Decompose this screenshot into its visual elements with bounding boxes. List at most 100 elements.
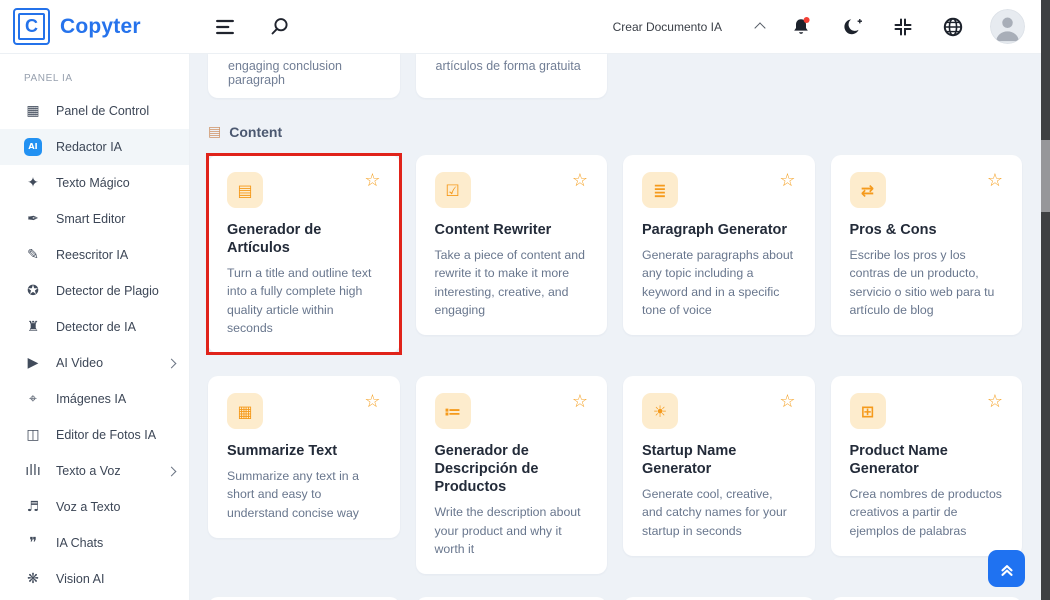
tool-card-description: Write the description about your product… [435, 503, 589, 558]
sidebar-item-panel-de-control[interactable]: ▦ Panel de Control [0, 93, 189, 129]
sidebar-item-label: Texto Mágico [56, 176, 130, 190]
sidebar-item-vision-ai[interactable]: ❋ Vision AI [0, 561, 189, 597]
vision-network-icon: ❋ [24, 570, 42, 588]
tools-card-grid: ▤ ☆ Generador de Artículos Turn a title … [208, 155, 1022, 600]
tool-card-pros-cons[interactable]: ⇄ ☆ Pros & Cons Escribe los pros y los c… [831, 155, 1023, 335]
ai-chip-icon: AI [24, 138, 42, 156]
tool-card-description: Generate cool, creative, and catchy name… [642, 485, 796, 540]
sidebar-item-label: Texto a Voz [56, 464, 121, 478]
sidebar-item-ia-chats[interactable]: ❞ IA Chats [0, 525, 189, 561]
vertical-scrollbar-thumb[interactable] [1041, 140, 1050, 212]
image-scan-icon: ⌖ [24, 390, 42, 408]
search-icon[interactable] [266, 13, 293, 40]
sidebar-item-label: Redactor IA [56, 140, 122, 154]
tool-card-generador-de-art-culos[interactable]: ▤ ☆ Generador de Artículos Turn a title … [208, 155, 400, 353]
tool-card-description: Generate paragraphs about any topic incl… [642, 246, 796, 319]
tool-card-generador-de-descripci-n-de-productos[interactable]: ≔ ☆ Generador de Descripción de Producto… [416, 376, 608, 574]
sidebar-item-label: Reescritor IA [56, 248, 128, 262]
pencil-icon: ✎ [24, 246, 42, 264]
tool-card-description: Summarize any text in a short and easy t… [227, 467, 381, 522]
create-document-label: Crear Documento IA [613, 20, 722, 34]
sidebar-item-redactor-ia[interactable]: AI Redactor IA [0, 129, 189, 165]
sidebar-item-label: Vision AI [56, 572, 104, 586]
tool-card-description: Turn a title and outline text into a ful… [227, 264, 381, 337]
tool-card-title: Generador de Descripción de Productos [435, 442, 589, 496]
sidebar-item-texto-m-gico[interactable]: ✦ Texto Mágico [0, 165, 189, 201]
tool-card-partial[interactable]: artículos de forma gratuita [416, 53, 608, 98]
tool-card-title: Paragraph Generator [642, 221, 796, 239]
sidebar-item-label: Editor de Fotos IA [56, 428, 156, 442]
sidebar: PANEL IA ▦ Panel de Control AI Redactor … [0, 53, 190, 600]
favorite-star-icon[interactable]: ☆ [364, 172, 380, 190]
favorite-star-icon[interactable]: ☆ [779, 393, 795, 411]
logo-letter: C [18, 13, 45, 40]
create-document-dropdown[interactable]: Crear Documento IA [613, 20, 764, 34]
sidebar-section-label: PANEL IA [0, 53, 189, 93]
tool-card-title: Startup Name Generator [642, 442, 796, 478]
sidebar-item-label: IA Chats [56, 536, 103, 550]
sidebar-item-smart-editor[interactable]: ✒ Smart Editor [0, 201, 189, 237]
checklist-icon: ≔ [435, 393, 471, 429]
sidebar-item-label: Panel de Control [56, 104, 149, 118]
bell-icon[interactable] [787, 12, 816, 41]
paragraph-list-icon: ≣ [642, 172, 678, 208]
sidebar-item-ai-video[interactable]: ▶ AI Video [0, 345, 189, 381]
favorite-star-icon[interactable]: ☆ [572, 393, 588, 411]
moon-icon[interactable] [839, 13, 867, 41]
video-camera-icon: ▶ [24, 354, 42, 372]
sidebar-item-im-genes-ia[interactable]: ⌖ Imágenes IA [0, 381, 189, 417]
previous-cards-row: engaging conclusion paragraph artículos … [208, 53, 1022, 98]
brand-logo[interactable]: C Copyter [0, 8, 190, 45]
tool-card-description: Take a piece of content and rewrite it t… [435, 246, 589, 319]
fullscreen-icon[interactable] [890, 14, 916, 40]
sidebar-item-detector-de-plagio[interactable]: ✪ Detector de Plagio [0, 273, 189, 309]
sidebar-item-reescritor-ia[interactable]: ✎ Reescritor IA [0, 237, 189, 273]
chevron-right-icon [167, 466, 177, 476]
lightbulb-icon: ☀ [642, 393, 678, 429]
double-chevron-up-icon [998, 560, 1016, 578]
globe-icon[interactable] [939, 13, 967, 41]
sidebar-item-label: Detector de Plagio [56, 284, 159, 298]
favorite-star-icon[interactable]: ☆ [779, 172, 795, 190]
favorite-star-icon[interactable]: ☆ [364, 393, 380, 411]
arrows-cycle-icon: ⇄ [850, 172, 886, 208]
menu-icon[interactable] [212, 15, 240, 39]
bank-icon: ♜ [24, 318, 42, 336]
chevron-up-icon [754, 22, 765, 33]
app-header: C Copyter Crear Documento IA [0, 0, 1041, 54]
sparkles-icon: ✦ [24, 174, 42, 192]
tool-card-title: Content Rewriter [435, 221, 589, 239]
tool-card-startup-name-generator[interactable]: ☀ ☆ Startup Name Generator Generate cool… [623, 376, 815, 556]
sidebar-item-label: Smart Editor [56, 212, 125, 226]
tool-card-description: Crea nombres de productos creativos a pa… [850, 485, 1004, 540]
tool-card-partial-text: artículos de forma gratuita [436, 59, 581, 73]
checkbox-icon: ☑ [435, 172, 471, 208]
shield-check-icon: ✪ [24, 282, 42, 300]
scroll-to-top-button[interactable] [988, 550, 1025, 587]
sidebar-item-label: Imágenes IA [56, 392, 126, 406]
favorite-star-icon[interactable]: ☆ [987, 172, 1003, 190]
vertical-scrollbar-track[interactable] [1041, 0, 1050, 600]
tool-card-summarize-text[interactable]: ▦ ☆ Summarize Text Summarize any text in… [208, 376, 400, 538]
avatar[interactable] [990, 9, 1025, 44]
favorite-star-icon[interactable]: ☆ [987, 393, 1003, 411]
quill-icon: ✒ [24, 210, 42, 228]
sidebar-nav: ▦ Panel de Control AI Redactor IA ✦ Text… [0, 93, 189, 597]
sidebar-item-editor-de-fotos-ia[interactable]: ◫ Editor de Fotos IA [0, 417, 189, 453]
tool-card-title: Product Name Generator [850, 442, 1004, 478]
sidebar-item-detector-de-ia[interactable]: ♜ Detector de IA [0, 309, 189, 345]
tool-card-title: Summarize Text [227, 442, 381, 460]
tool-card-content-rewriter[interactable]: ☑ ☆ Content Rewriter Take a piece of con… [416, 155, 608, 335]
tool-card-partial[interactable]: engaging conclusion paragraph [208, 53, 400, 98]
content-section-header: ▤ Content [208, 124, 1041, 140]
document-summary-icon: ▦ [227, 393, 263, 429]
section-title: Content [229, 124, 282, 140]
tool-card-product-name-generator[interactable]: ⊞ ☆ Product Name Generator Crea nombres … [831, 376, 1023, 556]
tool-card-paragraph-generator[interactable]: ≣ ☆ Paragraph Generator Generate paragra… [623, 155, 815, 335]
sidebar-item-voz-a-texto[interactable]: ♬ Voz a Texto [0, 489, 189, 525]
sidebar-item-texto-a-voz[interactable]: ıllı Texto a Voz [0, 453, 189, 489]
gift-box-icon: ⊞ [850, 393, 886, 429]
chevron-right-icon [167, 358, 177, 368]
favorite-star-icon[interactable]: ☆ [572, 172, 588, 190]
sidebar-item-label: AI Video [56, 356, 103, 370]
